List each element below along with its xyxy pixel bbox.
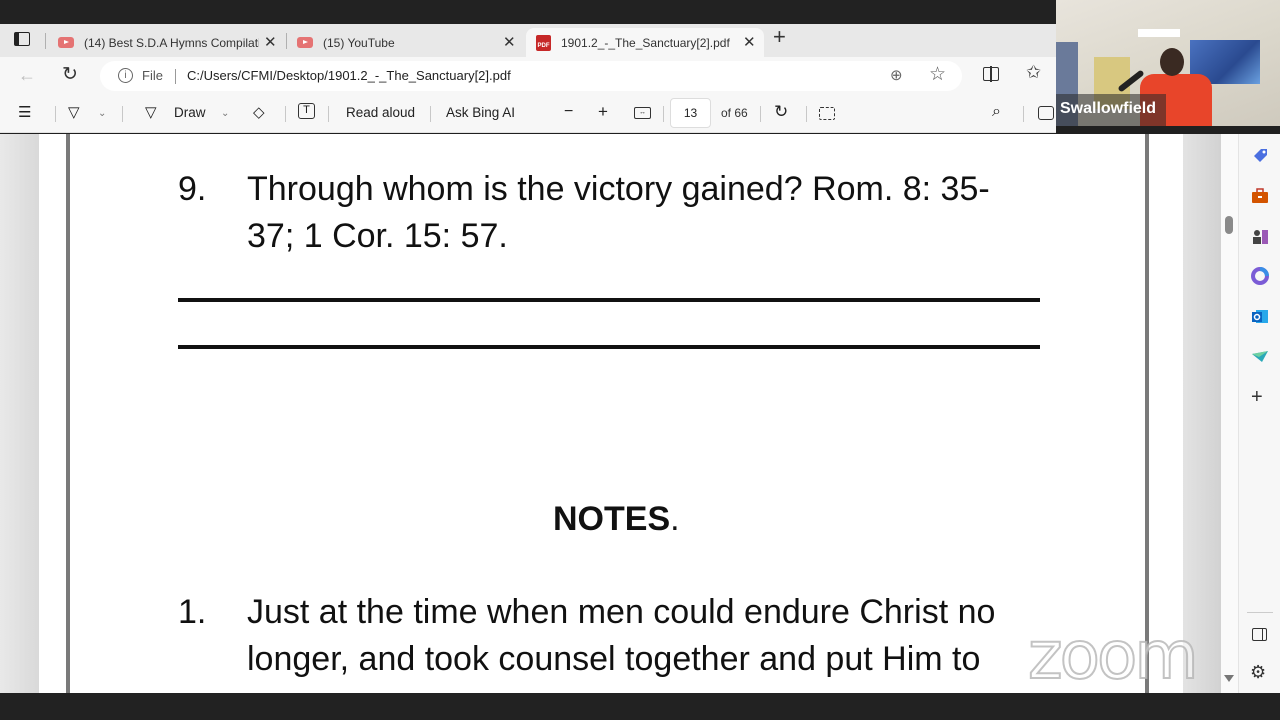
page-right-border <box>1145 134 1149 693</box>
participant-video[interactable]: Swallowfield <box>1056 0 1280 126</box>
toolbar-separator <box>806 106 807 122</box>
microsoft-365-icon[interactable] <box>1250 266 1270 286</box>
read-aloud-button[interactable]: Read aloud <box>346 105 415 120</box>
sidebar-divider <box>1247 612 1273 613</box>
back-button[interactable]: ← <box>18 65 36 86</box>
chevron-down-icon[interactable]: ⌄ <box>98 108 106 119</box>
page-total: of 66 <box>721 106 748 120</box>
scheme-label: File <box>142 68 163 83</box>
send-icon[interactable] <box>1250 346 1270 366</box>
add-sidebar-app-icon[interactable]: + <box>1251 386 1263 409</box>
text-box-icon[interactable]: T <box>298 103 315 119</box>
close-tab-icon[interactable]: ✕ <box>743 33 756 51</box>
zoom-watermark: zoom <box>1027 617 1200 694</box>
settings-gear-icon[interactable]: ⚙ <box>1250 662 1266 683</box>
close-tab-icon[interactable]: ✕ <box>264 33 277 51</box>
note-text-line2: longer, and took counsel together and pu… <box>247 640 981 678</box>
pdf-viewport: 9. Through whom is the victory gained? R… <box>0 134 1238 693</box>
info-icon[interactable]: i <box>118 68 133 83</box>
video-background-light <box>1138 29 1180 37</box>
tab-title: (15) YouTube <box>323 35 395 50</box>
question-text-line2: 37; 1 Cor. 15: 57. <box>247 217 508 255</box>
screen: (14) Best S.D.A Hymns Compilati ✕ (15) Y… <box>0 0 1280 720</box>
reload-button[interactable]: ↻ <box>62 63 78 86</box>
tab-title: (14) Best S.D.A Hymns Compilati <box>84 35 259 50</box>
scrollbar-thumb[interactable] <box>1225 216 1233 234</box>
pdf-icon: PDF <box>536 34 551 51</box>
toolbar-separator <box>430 106 431 122</box>
games-icon[interactable] <box>1250 226 1270 246</box>
pdf-toolbar: ☰ ▽ ⌄ ▽ Draw ⌄ ◇ T Read aloud Ask Bing A… <box>0 95 1056 133</box>
question-text-line1: Through whom is the victory gained? Rom.… <box>247 170 990 208</box>
notes-heading: NOTES. <box>553 496 680 543</box>
left-gutter <box>0 134 39 693</box>
split-screen-icon[interactable] <box>983 66 999 82</box>
tab-separator <box>45 33 46 49</box>
bottom-letterbox <box>0 693 1280 720</box>
draw-button[interactable]: Draw <box>174 105 206 120</box>
navigation-bar: ← ↻ i File C:/Users/CFMI/Desktop/1901.2_… <box>0 57 1056 95</box>
page-left-border <box>66 134 70 693</box>
contents-icon[interactable]: ☰ <box>18 103 31 121</box>
zoom-in-button[interactable]: + <box>598 102 608 122</box>
fit-width-icon[interactable]: ↔ <box>634 107 651 119</box>
tab-actions-button[interactable] <box>14 32 32 48</box>
tab-strip: (14) Best S.D.A Hymns Compilati ✕ (15) Y… <box>0 24 1056 57</box>
chevron-down-icon[interactable]: ⌄ <box>221 108 229 119</box>
note-number: 1. <box>178 593 207 631</box>
highlight-icon[interactable]: ▽ <box>68 103 80 121</box>
favorites-icon[interactable]: ✩ <box>1026 62 1041 83</box>
toolbar-separator <box>328 106 329 122</box>
tab-youtube[interactable]: (15) YouTube ✕ <box>297 28 521 57</box>
vertical-scrollbar[interactable] <box>1221 134 1238 693</box>
new-tab-button[interactable]: + <box>773 26 786 48</box>
answer-line <box>178 298 1040 302</box>
toolbar-separator <box>285 106 286 122</box>
page-number-input[interactable]: 13 <box>670 98 711 128</box>
zoom-out-icon[interactable]: − <box>564 103 573 121</box>
youtube-icon <box>297 37 313 48</box>
tab-pdf[interactable]: PDF 1901.2_-_The_Sanctuary[2].pdf ✕ <box>526 28 764 57</box>
scroll-down-arrow[interactable] <box>1224 675 1234 682</box>
zoom-in-icon[interactable]: ⊕ <box>890 66 903 84</box>
youtube-icon <box>58 37 74 48</box>
page-view-icon[interactable] <box>819 107 835 120</box>
toolbar-separator <box>663 106 664 122</box>
participant-name: Swallowfield <box>1060 100 1157 117</box>
toolbar-separator <box>1023 106 1024 122</box>
toolbar-separator <box>122 106 123 122</box>
address-separator <box>175 69 176 84</box>
answer-line <box>178 345 1040 349</box>
toolbar-separator <box>760 106 761 122</box>
participant-head <box>1160 48 1184 76</box>
favorite-star-icon[interactable]: ☆ <box>929 63 946 86</box>
right-gutter <box>1183 134 1221 693</box>
tools-icon[interactable] <box>1250 186 1270 206</box>
hide-sidebar-icon[interactable] <box>1252 628 1267 641</box>
notes-heading-text: NOTES <box>553 500 671 538</box>
shopping-tag-icon[interactable] <box>1250 146 1270 166</box>
toolbar-separator <box>55 106 56 122</box>
close-tab-icon[interactable]: ✕ <box>503 33 516 51</box>
notes-period: . <box>670 500 680 538</box>
url-text[interactable]: C:/Users/CFMI/Desktop/1901.2_-_The_Sanct… <box>187 68 511 83</box>
question-number: 9. <box>178 170 207 208</box>
draw-icon[interactable]: ▽ <box>145 103 157 121</box>
print-icon[interactable] <box>1038 106 1054 120</box>
note-text-line1: Just at the time when men could endure C… <box>247 593 996 631</box>
ask-bing-ai-button[interactable]: Ask Bing AI <box>446 105 515 120</box>
outlook-icon[interactable] <box>1250 306 1270 326</box>
rotate-icon[interactable]: ↻ <box>774 102 788 122</box>
tab-hymns[interactable]: (14) Best S.D.A Hymns Compilati ✕ <box>58 28 280 57</box>
eraser-icon[interactable]: ◇ <box>253 103 265 121</box>
tab-title: 1901.2_-_The_Sanctuary[2].pdf <box>561 35 730 50</box>
tab-actions-icon <box>14 32 30 46</box>
address-bar[interactable]: i File C:/Users/CFMI/Desktop/1901.2_-_Th… <box>100 61 962 91</box>
tab-separator <box>286 33 287 49</box>
search-icon[interactable]: ⌕ <box>992 103 1001 121</box>
edge-sidebar: + ⚙ <box>1238 134 1280 693</box>
